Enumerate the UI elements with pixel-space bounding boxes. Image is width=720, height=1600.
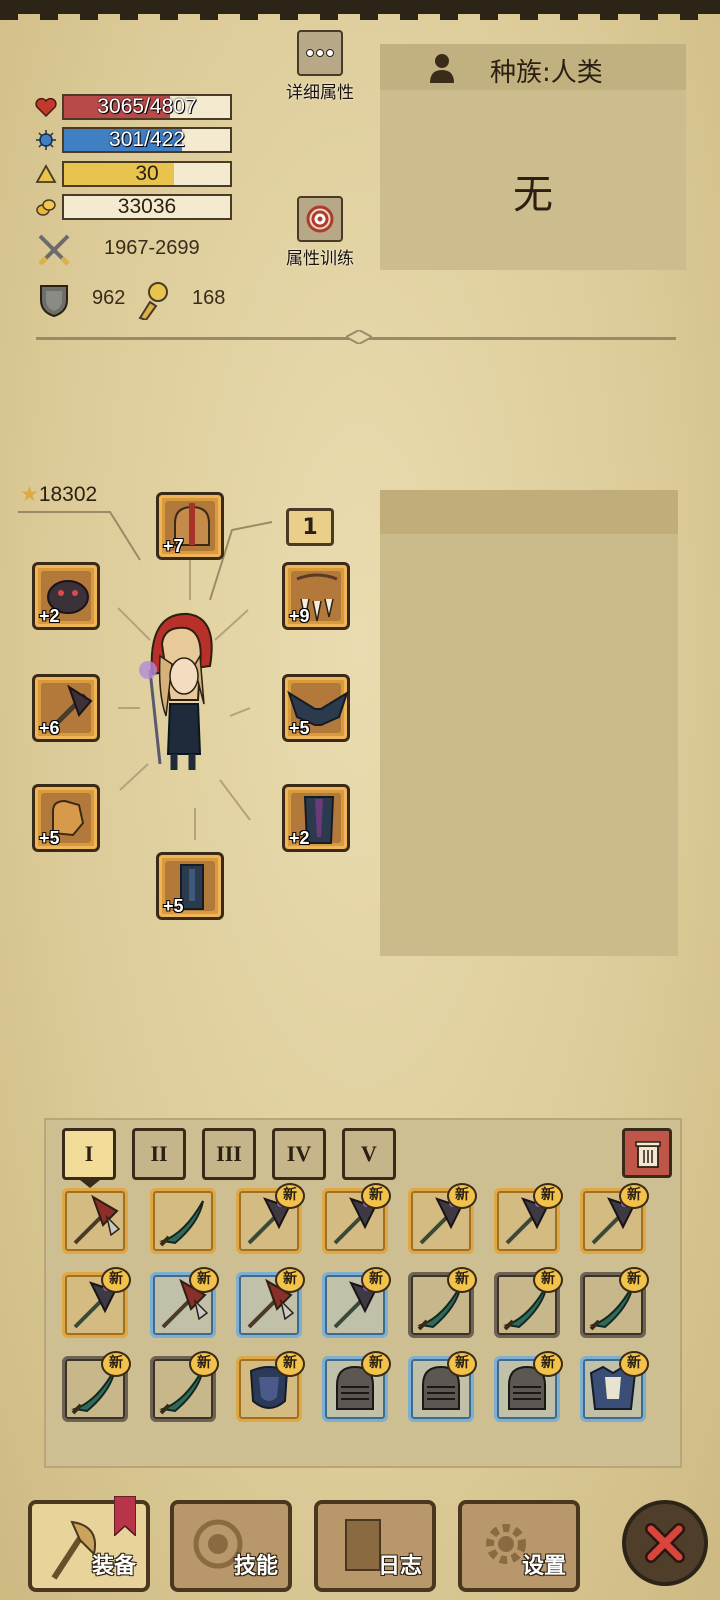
inventory-item[interactable]: 新 (236, 1267, 305, 1338)
inventory-item[interactable] (150, 1188, 216, 1254)
new-tag: 新 (533, 1351, 563, 1377)
inventory-item[interactable]: 新 (408, 1351, 477, 1422)
inventory-item[interactable]: 新 (62, 1351, 131, 1422)
inventory-item[interactable]: 新 (494, 1351, 563, 1422)
race-panel: 种族:人类 无 (380, 44, 686, 270)
new-tag: 新 (447, 1267, 477, 1293)
new-tag: 新 (275, 1183, 305, 1209)
nav-settings[interactable]: 设置 (458, 1500, 580, 1592)
bookmark-icon (114, 1496, 136, 1536)
nav-skills[interactable]: 技能 (170, 1500, 292, 1592)
item-detail-panel (380, 490, 678, 956)
new-tag: 新 (101, 1351, 131, 1377)
race-value: 无 (513, 172, 553, 218)
slot-necklace[interactable]: +9 (282, 562, 350, 630)
character-avatar (139, 612, 213, 770)
tab-4[interactable]: IV (272, 1128, 326, 1180)
nav-log-label: 日志 (377, 1554, 422, 1579)
inventory-item[interactable]: 新 (150, 1267, 219, 1338)
inventory-item[interactable]: 新 (408, 1183, 477, 1254)
nav-skills-label: 技能 (233, 1554, 278, 1579)
inventory-item[interactable]: 新 (236, 1351, 305, 1422)
inventory-item[interactable]: 新 (322, 1267, 391, 1338)
inventory-item[interactable] (62, 1188, 128, 1254)
slot-weapon[interactable]: +6 (32, 674, 100, 742)
inventory-item[interactable]: 新 (236, 1183, 305, 1254)
slot-cape[interactable]: +5 (282, 674, 350, 742)
nav-settings-label: 设置 (521, 1554, 566, 1579)
inventory-item[interactable]: 新 (580, 1351, 649, 1422)
slot-helmet[interactable]: +7 (156, 492, 224, 560)
close-button[interactable] (622, 1500, 708, 1586)
nav-equip[interactable]: 装备 (28, 1496, 150, 1592)
race-label: 种族:人类 (490, 58, 603, 88)
new-tag: 新 (533, 1183, 563, 1209)
slot-level: +2 (39, 606, 60, 626)
new-tag: 新 (619, 1267, 649, 1293)
trash-button[interactable] (622, 1128, 672, 1178)
inventory-item[interactable]: 新 (322, 1351, 391, 1422)
new-tag: 新 (361, 1351, 391, 1377)
item-detail-header (380, 490, 678, 534)
green-blade-icon (159, 1200, 204, 1247)
new-tag: 新 (447, 1183, 477, 1209)
slot-level: +2 (289, 828, 310, 848)
inventory-item[interactable]: 新 (150, 1351, 219, 1422)
close-icon (645, 1523, 685, 1563)
nav-log[interactable]: 日志 (314, 1500, 436, 1592)
slot-level: +7 (163, 536, 184, 556)
slot-level: +5 (289, 718, 310, 738)
new-tag: 新 (189, 1351, 219, 1377)
tab-1[interactable]: I (62, 1128, 116, 1180)
new-tag: 新 (447, 1351, 477, 1377)
inventory-item[interactable]: 新 (62, 1267, 131, 1338)
tab-2[interactable]: II (132, 1128, 186, 1180)
new-tag: 新 (361, 1267, 391, 1293)
inventory-item[interactable]: 新 (494, 1267, 563, 1338)
slot-level: +5 (163, 896, 184, 916)
inventory-item[interactable]: 新 (322, 1183, 391, 1254)
new-tag: 新 (361, 1183, 391, 1209)
new-tag: 新 (619, 1183, 649, 1209)
new-tag: 新 (619, 1351, 649, 1377)
slot-level: +9 (289, 606, 310, 626)
inventory-item[interactable]: 新 (580, 1183, 649, 1254)
trash-icon (635, 1141, 661, 1168)
slot-shoulder[interactable]: +2 (32, 562, 100, 630)
new-tag: 新 (189, 1267, 219, 1293)
slot-level: +6 (39, 718, 60, 738)
slot-gloves[interactable]: +5 (32, 784, 100, 852)
person-icon (428, 52, 456, 88)
tab-3[interactable]: III (202, 1128, 256, 1180)
slot-level: +5 (39, 828, 60, 848)
nav-equip-label: 装备 (91, 1554, 136, 1579)
slot-boots[interactable]: +5 (156, 852, 224, 920)
inventory-item[interactable]: 新 (580, 1267, 649, 1338)
new-tag: 新 (275, 1267, 305, 1293)
equipment-badge: 1 (286, 508, 334, 546)
new-tag: 新 (101, 1267, 131, 1293)
tab-5[interactable]: V (342, 1128, 396, 1180)
inventory-item[interactable]: 新 (408, 1267, 477, 1338)
inventory-item[interactable]: 新 (494, 1183, 563, 1254)
new-tag: 新 (533, 1267, 563, 1293)
new-tag: 新 (275, 1351, 305, 1377)
slot-legs[interactable]: +2 (282, 784, 350, 852)
active-tab-indicator (80, 1180, 100, 1188)
axe-icon (73, 1194, 121, 1245)
